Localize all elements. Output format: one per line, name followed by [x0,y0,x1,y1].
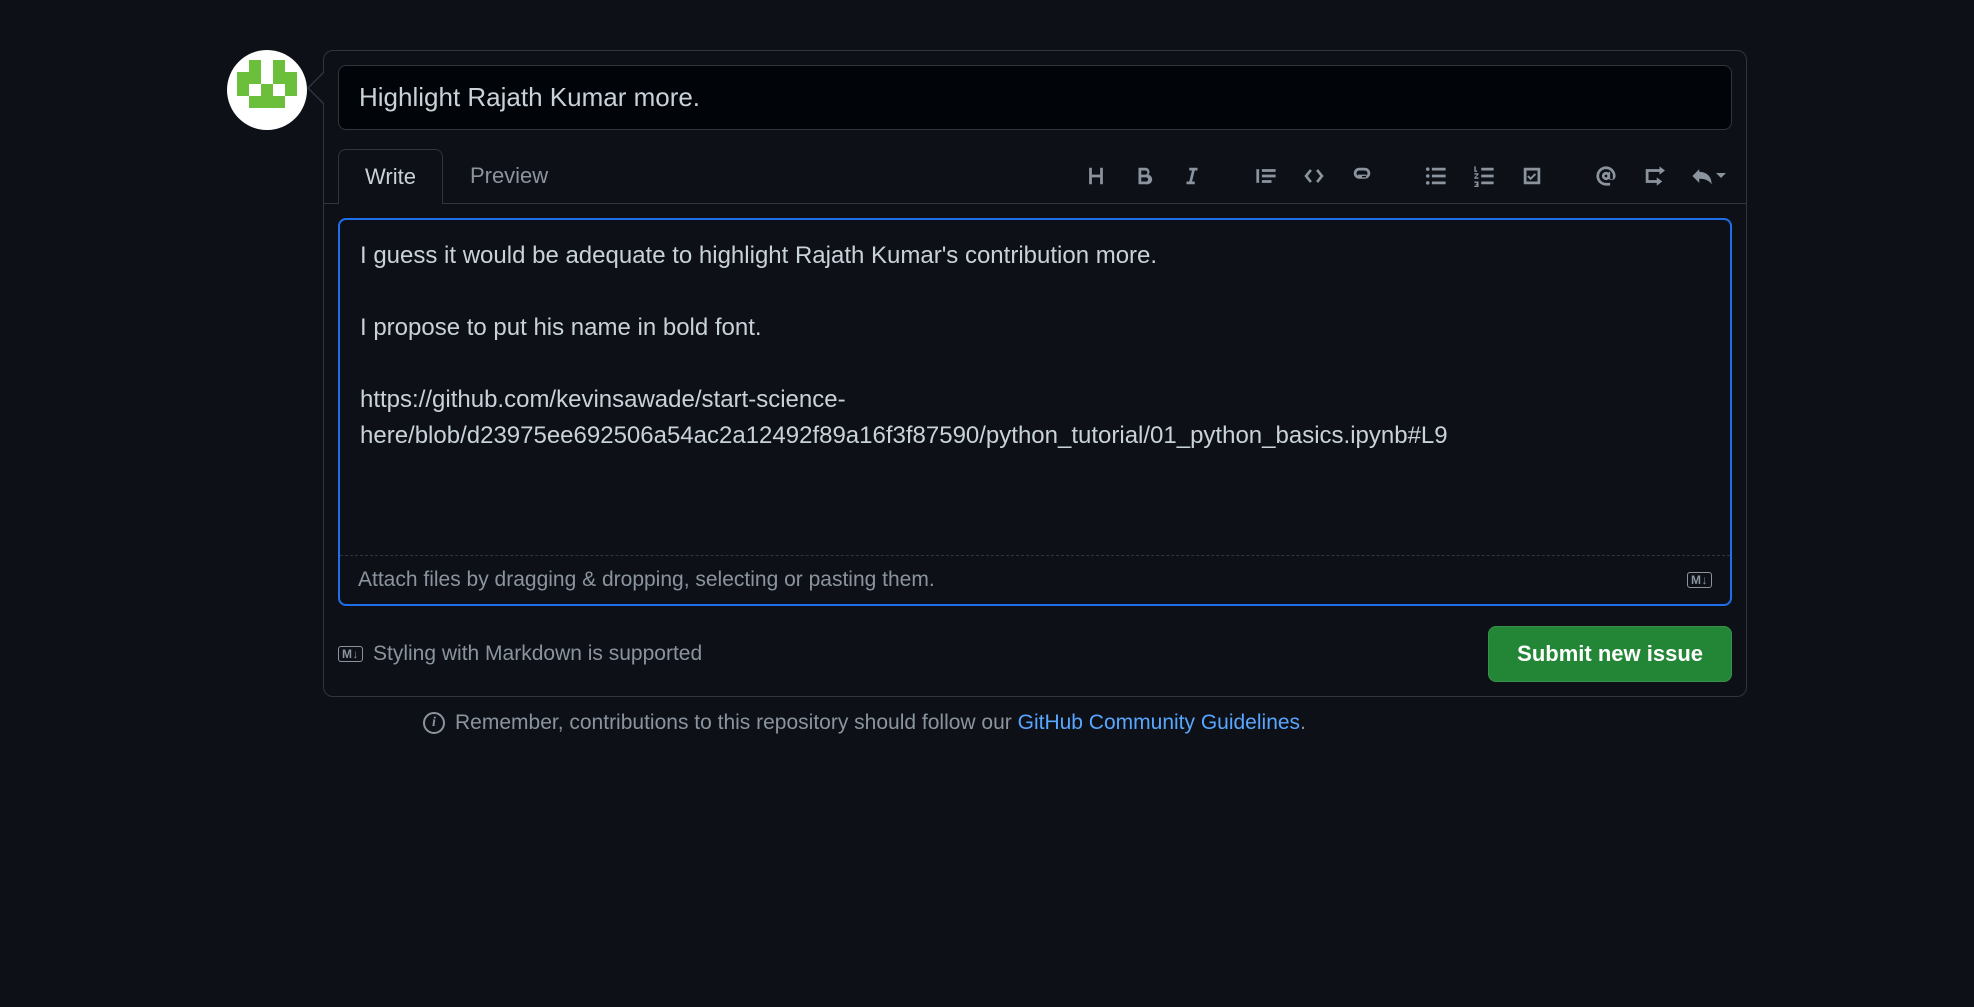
unordered-list-icon[interactable] [1418,158,1454,194]
italic-icon[interactable] [1174,158,1210,194]
attach-hint-text: Attach files by dragging & dropping, sel… [358,568,935,592]
guidelines-note: i Remember, contributions to this reposi… [423,711,1747,735]
markdown-support-link[interactable]: M↓ Styling with Markdown is supported [338,642,702,666]
guidelines-prefix: Remember, contributions to this reposito… [455,711,1018,734]
community-guidelines-link[interactable]: GitHub Community Guidelines [1018,711,1300,734]
bold-icon[interactable] [1126,158,1162,194]
markdown-support-text: Styling with Markdown is supported [373,642,702,666]
markdown-toolbar [1078,158,1732,194]
task-list-icon[interactable] [1514,158,1550,194]
info-icon: i [423,712,445,734]
heading-icon[interactable] [1078,158,1114,194]
attach-files-area[interactable]: Attach files by dragging & dropping, sel… [340,555,1730,604]
issue-body-textarea[interactable] [340,220,1730,550]
tab-preview[interactable]: Preview [443,148,575,203]
avatar[interactable] [227,50,307,130]
markdown-badge-icon: M↓ [338,646,363,662]
submit-new-issue-button[interactable]: Submit new issue [1488,626,1732,682]
guidelines-suffix: . [1300,711,1306,734]
mention-icon[interactable] [1588,158,1624,194]
saved-replies-icon[interactable] [1684,158,1732,194]
tab-write[interactable]: Write [338,149,443,204]
issue-title-input[interactable] [338,65,1732,130]
cross-reference-icon[interactable] [1636,158,1672,194]
new-issue-panel: Write Preview [323,50,1747,697]
ordered-list-icon[interactable] [1466,158,1502,194]
markdown-badge-icon[interactable]: M↓ [1687,572,1712,588]
quote-icon[interactable] [1248,158,1284,194]
code-icon[interactable] [1296,158,1332,194]
link-icon[interactable] [1344,158,1380,194]
